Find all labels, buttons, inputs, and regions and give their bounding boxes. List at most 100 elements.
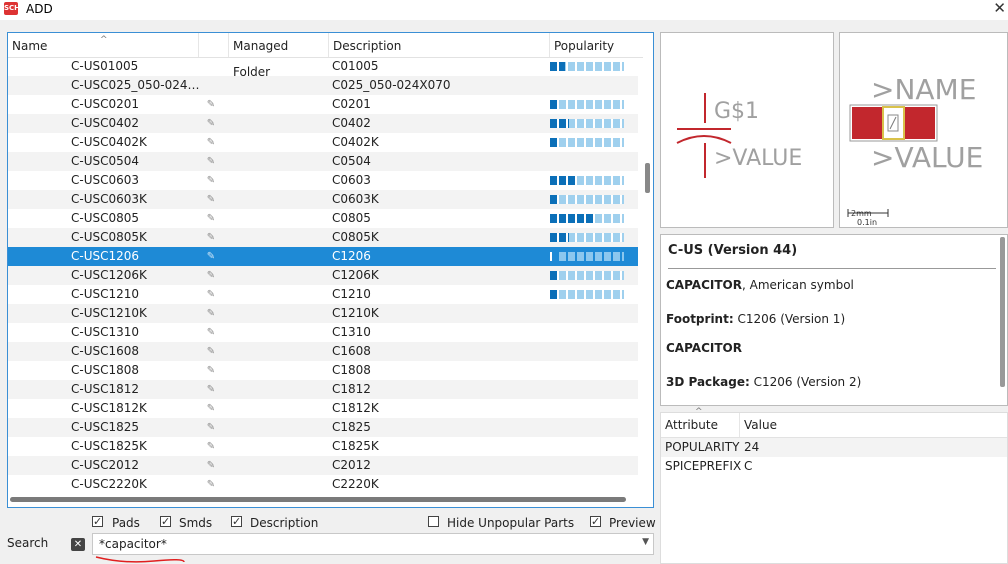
column-header-name[interactable]: ^ Name — [8, 33, 199, 57]
table-row[interactable]: C-USC1808 ✎ C1808 — [8, 361, 638, 380]
part-description: C0402 — [332, 116, 371, 130]
vertical-scrollbar[interactable] — [643, 57, 653, 507]
divider — [668, 268, 996, 269]
package3d-info: 3D Package: C1206 (Version 2) — [666, 375, 861, 389]
table-row[interactable]: C-USC2012 ✎ C2012 — [8, 456, 638, 475]
section-heading: CAPACITOR — [666, 341, 742, 355]
part-description: C1210 — [332, 287, 371, 301]
info-scrollbar[interactable] — [1000, 237, 1005, 387]
popularity-bar — [550, 271, 624, 280]
table-row[interactable]: SPICEPREFIX C — [661, 457, 1007, 476]
capacitor-symbol — [676, 93, 732, 178]
table-row[interactable]: C-USC1310 ✎ C1310 — [8, 323, 638, 342]
table-row[interactable]: C-USC1206K ✎ C1206K — [8, 266, 638, 285]
table-row[interactable]: C-USC0402 ✎ C0402 — [8, 114, 638, 133]
part-description: C1206 — [332, 249, 371, 263]
preview-checkbox-box[interactable] — [590, 513, 601, 531]
pencil-icon: ✎ — [206, 156, 216, 167]
table-row[interactable]: C-USC1210K ✎ C1210K — [8, 304, 638, 323]
table-row[interactable]: C-USC1825 ✎ C1825 — [8, 418, 638, 437]
column-header-attribute[interactable]: Attribute — [665, 418, 718, 432]
popularity-bar-track — [550, 252, 624, 261]
symbol-part-label: G$1 — [714, 99, 760, 124]
column-header-value[interactable]: Value — [744, 418, 777, 432]
popularity-bar-track — [550, 138, 624, 147]
search-combobox[interactable]: ▼ — [92, 533, 654, 555]
part-name: C-USC0603K — [71, 192, 147, 206]
table-row[interactable]: C-USC0504 ✎ C0504 — [8, 152, 638, 171]
popularity-bar — [550, 290, 624, 299]
c1206-footprint — [847, 104, 938, 217]
table-row[interactable]: C-USC025_050-024… C025_050-024X070 — [8, 76, 638, 95]
pencil-icon: ✎ — [206, 194, 216, 205]
pencil-icon: ✎ — [206, 289, 216, 300]
part-name: C-USC2012 — [71, 458, 140, 472]
table-row[interactable]: POPULARITY 24 — [661, 438, 1007, 457]
popularity-bar-fill — [550, 290, 558, 299]
symbol-preview: G$1 >VALUE — [660, 32, 834, 228]
pencil-icon: ✎ — [206, 232, 216, 243]
pads-checkbox-box[interactable] — [92, 513, 103, 531]
popularity-bar-fill — [550, 119, 569, 128]
table-row[interactable]: C-USC1825K ✎ C1825K — [8, 437, 638, 456]
horizontal-scroll-thumb[interactable] — [10, 497, 626, 502]
table-row[interactable]: C-USC1206 ✎ C1206 — [8, 247, 638, 266]
table-row[interactable]: C-USC1812K ✎ C1812K — [8, 399, 638, 418]
smds-checkbox-box[interactable] — [160, 513, 171, 531]
pads-label: Pads — [112, 516, 140, 530]
table-row[interactable]: C-USC0402K ✎ C0402K — [8, 133, 638, 152]
window-title: ADD — [26, 2, 53, 16]
table-row[interactable]: C-USC1812 ✎ C1812 — [8, 380, 638, 399]
table-row[interactable]: C-USC0603K ✎ C0603K — [8, 190, 638, 209]
table-row[interactable]: C-USC0805 ✎ C0805 — [8, 209, 638, 228]
part-name: C-USC1812 — [71, 382, 140, 396]
popularity-bar-track — [550, 290, 624, 299]
table-row[interactable]: C-USC1210 ✎ C1210 — [8, 285, 638, 304]
description-checkbox-box[interactable] — [231, 513, 242, 531]
device-title: C-US (Version 44) — [668, 243, 798, 258]
popularity-bar — [550, 214, 624, 223]
table-row[interactable]: C-USC0603 ✎ C0603 — [8, 171, 638, 190]
part-name: C-USC0805K — [71, 230, 147, 244]
table-row[interactable]: C-USC1608 ✎ C1608 — [8, 342, 638, 361]
part-description: C0603 — [332, 173, 371, 187]
horizontal-scrollbar[interactable] — [8, 495, 638, 505]
smds-label: Smds — [179, 516, 213, 530]
popularity-bar — [550, 195, 624, 204]
vertical-scroll-thumb[interactable] — [645, 163, 650, 193]
library-list: ^ Name Managed Folder Description Popula… — [7, 32, 654, 508]
part-description: C1310 — [332, 325, 371, 339]
column-header-popularity[interactable]: Popularity — [550, 33, 638, 57]
popularity-bar-track — [550, 100, 624, 109]
title-bar: SCH ADD ✕ — [0, 0, 1008, 20]
clear-search-icon[interactable]: ✕ — [71, 538, 85, 551]
part-description: C0201 — [332, 97, 371, 111]
pencil-icon: ✎ — [206, 118, 216, 129]
popularity-bar — [550, 62, 624, 71]
popularity-bar — [550, 100, 624, 109]
hide-unpopular-checkbox-box[interactable] — [428, 516, 439, 527]
chevron-down-icon[interactable]: ▼ — [642, 537, 649, 547]
search-input[interactable] — [99, 536, 619, 552]
part-description: C1812K — [332, 401, 379, 415]
popularity-bar-fill — [550, 271, 558, 280]
part-name: C-USC0504 — [71, 154, 140, 168]
description-label: Description — [250, 516, 319, 530]
attribute-table-header: ^ Attribute Value — [661, 407, 1007, 438]
part-name: C-USC0402K — [71, 135, 147, 149]
table-row[interactable]: C-US01005 C01005 — [8, 57, 638, 76]
column-header-description[interactable]: Description — [329, 33, 550, 57]
close-icon[interactable]: ✕ — [993, 0, 1006, 17]
footprint-info: Footprint: C1206 (Version 1) — [666, 312, 845, 326]
popularity-bar-track — [550, 195, 624, 204]
table-row[interactable]: C-USC0201 ✎ C0201 — [8, 95, 638, 114]
part-description: C0805 — [332, 211, 371, 225]
pencil-icon: ✎ — [206, 137, 216, 148]
table-row[interactable]: C-USC2220K ✎ C2220K — [8, 475, 638, 494]
part-name: C-USC0402 — [71, 116, 140, 130]
table-row[interactable]: C-USC0805K ✎ C0805K — [8, 228, 638, 247]
part-name: C-USC0603 — [71, 173, 140, 187]
column-header-icon[interactable] — [199, 33, 229, 57]
column-header-managed-folder[interactable]: Managed Folder — [229, 33, 329, 79]
pencil-icon: ✎ — [206, 270, 216, 281]
